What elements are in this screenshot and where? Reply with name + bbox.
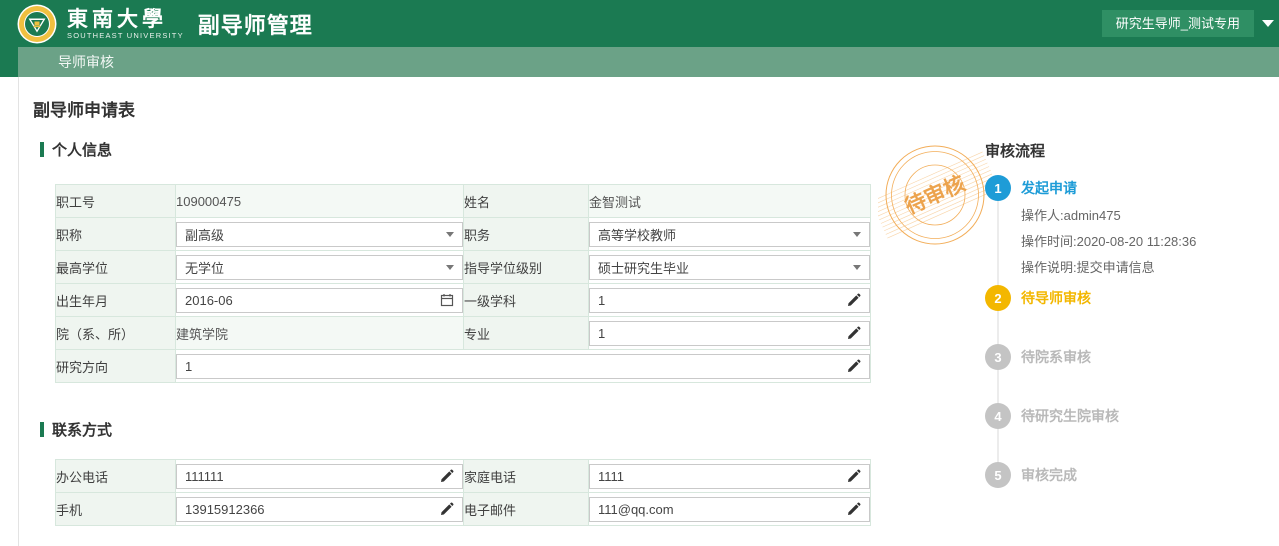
field-label: 出生年月 <box>56 284 176 317</box>
step-number-badge: 5 <box>985 462 1011 488</box>
university-name: 東南大學 SOUTHEAST UNIVERSITY <box>67 8 184 40</box>
table-row: 院（系、所） 建筑学院 专业 1 <box>56 317 871 350</box>
section-personal-info: 个人信息 <box>40 139 112 160</box>
stamp-text: 待审核 <box>901 171 968 219</box>
role-switcher-label[interactable]: 研究生导师_测试专用 <box>1102 10 1254 37</box>
pencil-icon[interactable] <box>440 469 454 483</box>
section-accent-bar <box>40 422 44 437</box>
university-logo-icon <box>17 4 57 44</box>
field-label: 家庭电话 <box>464 460 589 493</box>
field-label: 职称 <box>56 218 176 251</box>
title-select[interactable]: 副高级 <box>176 222 463 247</box>
detail-note: 操作说明:提交申请信息 <box>1021 255 1277 281</box>
step-label: 待研究生院审核 <box>1021 406 1119 426</box>
step-number-badge: 3 <box>985 344 1011 370</box>
step-label: 发起申请 <box>1021 178 1077 198</box>
highest-degree-select[interactable]: 无学位 <box>176 255 463 280</box>
chevron-down-icon[interactable] <box>446 232 454 237</box>
workflow-step-4: 4 待研究生院审核 <box>985 403 1277 429</box>
guide-degree-level-select[interactable]: 硕士研究生毕业 <box>589 255 870 280</box>
chevron-down-icon[interactable] <box>853 232 861 237</box>
pencil-icon[interactable] <box>847 293 861 307</box>
detail-operator: 操作人:admin475 <box>1021 203 1277 229</box>
university-name-zh: 東南大學 <box>67 8 184 29</box>
main-navbar: 导师审核 <box>0 47 1279 77</box>
field-label: 手机 <box>56 493 176 526</box>
section-accent-bar <box>40 142 44 157</box>
major-input[interactable]: 1 <box>589 321 870 346</box>
app-header: 東南大學 SOUTHEAST UNIVERSITY 副导师管理 研究生导师_测试… <box>0 0 1279 47</box>
home-phone-input[interactable]: 1111 <box>589 464 870 489</box>
pencil-icon[interactable] <box>847 326 861 340</box>
review-workflow-panel: 审核流程 1 发起申请 操作人:admin475 操作时间:2020-08-20… <box>985 140 1277 488</box>
office-phone-input[interactable]: 111111 <box>176 464 463 489</box>
table-row: 职工号 109000475 姓名 金智测试 <box>56 185 871 218</box>
first-discipline-input[interactable]: 1 <box>589 288 870 313</box>
field-label: 研究方向 <box>56 350 176 383</box>
field-label: 指导学位级别 <box>464 251 589 284</box>
content-left-divider <box>18 77 19 546</box>
personal-info-table: 职工号 109000475 姓名 金智测试 职称 副高级 职务 高等学校教师 最… <box>55 184 871 383</box>
field-label: 职务 <box>464 218 589 251</box>
table-row: 职称 副高级 职务 高等学校教师 <box>56 218 871 251</box>
detail-time: 操作时间:2020-08-20 11:28:36 <box>1021 229 1277 255</box>
workflow-step-3: 3 待院系审核 <box>985 344 1277 370</box>
department-value: 建筑学院 <box>176 317 464 350</box>
field-label: 职工号 <box>56 185 176 218</box>
research-direction-input[interactable]: 1 <box>176 354 870 379</box>
pencil-icon[interactable] <box>847 469 861 483</box>
step-label: 审核完成 <box>1021 465 1077 485</box>
step-number-badge: 1 <box>985 175 1011 201</box>
pencil-icon[interactable] <box>847 502 861 516</box>
chevron-down-icon[interactable] <box>446 265 454 270</box>
table-row: 最高学位 无学位 指导学位级别 硕士研究生毕业 <box>56 251 871 284</box>
nav-item-mentor-review[interactable]: 导师审核 <box>40 47 132 77</box>
table-row: 手机 13915912366 电子邮件 111@qq.com <box>56 493 871 526</box>
university-name-en: SOUTHEAST UNIVERSITY <box>67 32 184 40</box>
field-label: 院（系、所） <box>56 317 176 350</box>
field-label: 电子邮件 <box>464 493 589 526</box>
section-contact-title: 联系方式 <box>52 419 112 440</box>
field-label: 专业 <box>464 317 589 350</box>
position-select[interactable]: 高等学校教师 <box>589 222 870 247</box>
navbar-corner <box>0 47 18 77</box>
step-label: 待院系审核 <box>1021 347 1091 367</box>
app-title: 副导师管理 <box>198 8 313 40</box>
mobile-input[interactable]: 13915912366 <box>176 497 463 522</box>
step-number-badge: 4 <box>985 403 1011 429</box>
workflow-title: 审核流程 <box>985 140 1277 161</box>
contact-info-table: 办公电话 111111 家庭电话 1111 手机 13915912366 电子邮… <box>55 459 871 526</box>
table-row: 办公电话 111111 家庭电话 1111 <box>56 460 871 493</box>
role-switcher[interactable]: 研究生导师_测试专用 <box>1102 0 1274 47</box>
step-label: 待导师审核 <box>1021 288 1091 308</box>
employee-id-value: 109000475 <box>176 185 464 218</box>
calendar-icon[interactable] <box>440 293 454 307</box>
step-number-badge: 2 <box>985 285 1011 311</box>
workflow-connector-line <box>997 188 999 478</box>
page-title: 副导师申请表 <box>33 96 135 121</box>
workflow-step-5: 5 审核完成 <box>985 462 1277 488</box>
workflow-step-1: 1 发起申请 <box>985 175 1277 201</box>
pending-review-stamp: 待审核 <box>878 142 992 257</box>
field-label: 一级学科 <box>464 284 589 317</box>
table-row: 出生年月 2016-06 一级学科 1 <box>56 284 871 317</box>
pencil-icon[interactable] <box>440 502 454 516</box>
workflow-step-1-details: 操作人:admin475 操作时间:2020-08-20 11:28:36 操作… <box>1021 203 1277 281</box>
name-value: 金智测试 <box>589 185 871 218</box>
table-row: 研究方向 1 <box>56 350 871 383</box>
email-input[interactable]: 111@qq.com <box>589 497 870 522</box>
chevron-down-icon[interactable] <box>853 265 861 270</box>
birth-month-datepicker[interactable]: 2016-06 <box>176 288 463 313</box>
chevron-down-icon[interactable] <box>1262 20 1274 27</box>
section-personal-title: 个人信息 <box>52 139 112 160</box>
workflow-step-2: 2 待导师审核 <box>985 285 1277 311</box>
field-label: 最高学位 <box>56 251 176 284</box>
field-label: 姓名 <box>464 185 589 218</box>
field-label: 办公电话 <box>56 460 176 493</box>
pencil-icon[interactable] <box>847 359 861 373</box>
section-contact-info: 联系方式 <box>40 419 112 440</box>
